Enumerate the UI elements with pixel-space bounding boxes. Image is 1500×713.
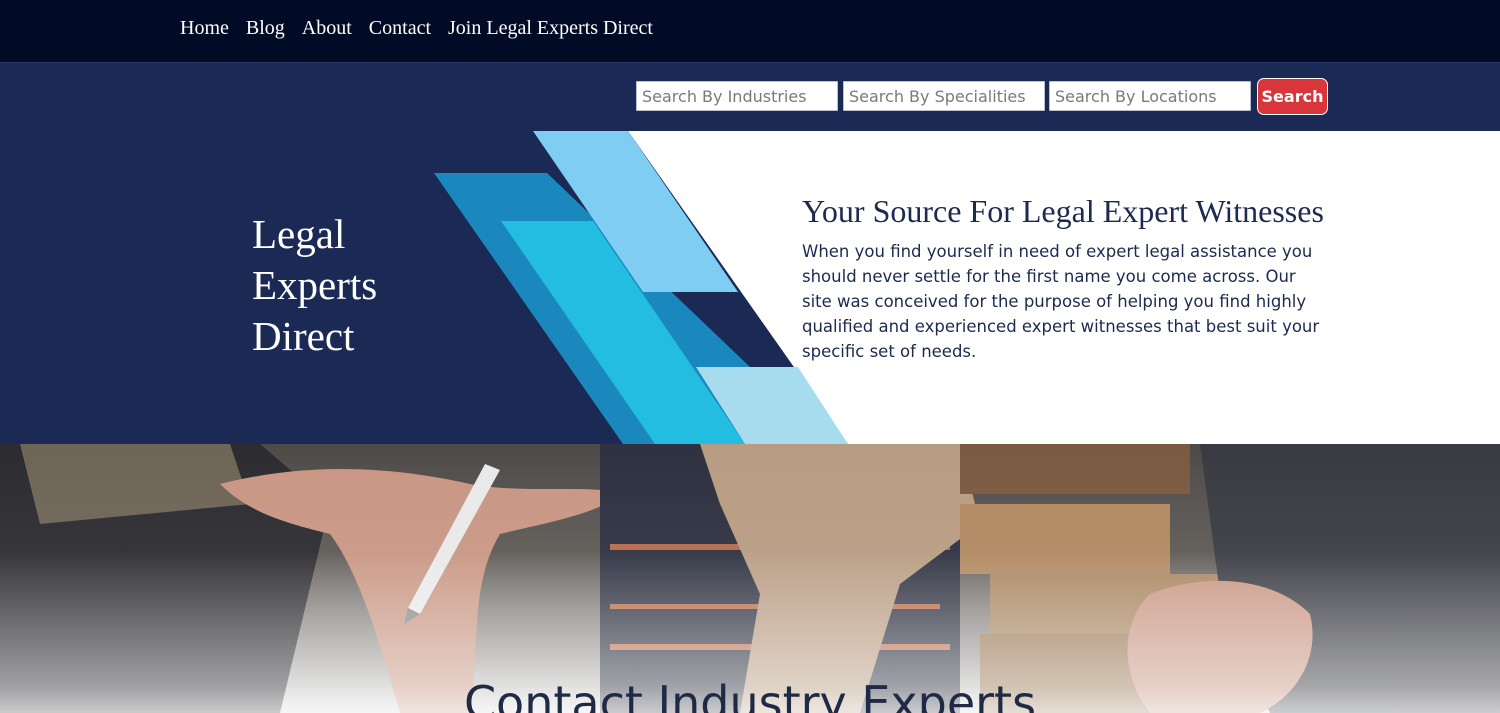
- hero-title: Your Source For Legal Expert Witnesses: [802, 193, 1324, 229]
- nav-menu: Home Blog About Contact Join Legal Exper…: [180, 17, 653, 40]
- hero-description: When you find yourself in need of expert…: [802, 242, 1320, 361]
- nav-about-link[interactable]: About: [302, 17, 352, 40]
- search-bar: Search: [0, 63, 1500, 131]
- hero-photo-section: Contact Industry Experts: [0, 444, 1500, 713]
- nav-contact-link[interactable]: Contact: [369, 17, 431, 40]
- nav-join-link[interactable]: Join Legal Experts Direct: [448, 17, 653, 40]
- top-navigation: Home Blog About Contact Join Legal Exper…: [0, 0, 1500, 63]
- section-title: Contact Industry Experts: [463, 676, 1037, 713]
- hero-banner: Legal Experts Direct Your Source For Leg…: [0, 131, 1500, 444]
- brand-line-3: Direct: [252, 313, 355, 359]
- search-locations-input[interactable]: [1049, 81, 1251, 111]
- brand-line-2: Experts: [252, 262, 378, 308]
- brand-line-1: Legal: [252, 211, 346, 257]
- nav-home-link[interactable]: Home: [180, 17, 229, 40]
- nav-blog-link[interactable]: Blog: [246, 17, 285, 40]
- search-button[interactable]: Search: [1257, 78, 1328, 115]
- brand-logo-text[interactable]: Legal Experts Direct: [252, 209, 452, 362]
- search-specialities-input[interactable]: [843, 81, 1045, 111]
- search-industries-input[interactable]: [636, 81, 838, 111]
- photo-fade-overlay: [0, 444, 1500, 713]
